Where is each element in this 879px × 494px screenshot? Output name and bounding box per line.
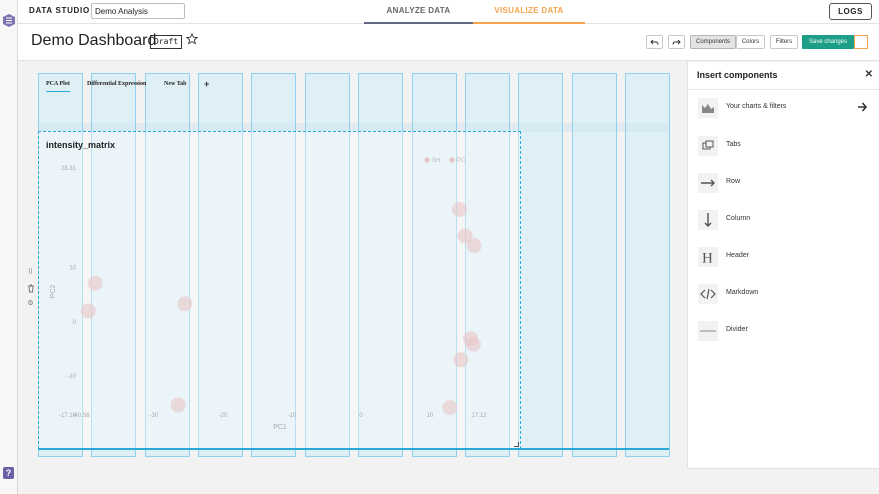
legend-label: SH bbox=[432, 158, 440, 164]
tab-analyze-data[interactable]: ANALYZE DATA bbox=[364, 0, 473, 24]
scatter-point bbox=[453, 352, 469, 368]
gear-icon[interactable]: ⚙ bbox=[26, 299, 35, 308]
x-tick-label: -40.56 bbox=[72, 413, 90, 419]
redo-button[interactable] bbox=[668, 35, 685, 49]
brand-label: DATA STUDIO bbox=[29, 6, 90, 15]
scatter-chart: 28.31100-10-17.16-40.56 -30 -20 -10 0 10 17.12… bbox=[50, 157, 487, 431]
scatter-point bbox=[177, 296, 193, 312]
x-tick-label: -20 bbox=[219, 413, 228, 419]
save-changes-button[interactable]: Save changes bbox=[802, 35, 854, 49]
top-nav: DATA STUDIO ANALYZE DATA VISUALIZE DATA … bbox=[18, 0, 879, 24]
component-column[interactable]: Column bbox=[698, 210, 873, 230]
component-tabs[interactable]: Tabs bbox=[698, 136, 873, 156]
help-icon[interactable]: ? bbox=[3, 467, 14, 479]
x-tick-label: -10 bbox=[288, 413, 297, 419]
x-tick-label: -30 bbox=[150, 413, 159, 419]
status-badge: Draft bbox=[150, 35, 183, 49]
scatter-point bbox=[87, 275, 103, 291]
dashboard-tabs: PCA Plot Differential Expression New Tab… bbox=[38, 74, 669, 96]
row-arrow-icon bbox=[698, 173, 718, 193]
grid-column bbox=[572, 73, 617, 457]
y-axis-label: PC2 bbox=[50, 285, 57, 299]
panel-title: Insert components bbox=[697, 70, 778, 80]
tab-new-tab[interactable]: New Tab bbox=[164, 81, 187, 87]
row-bottom-border bbox=[38, 448, 669, 450]
drag-handle-icon[interactable]: ⠿ bbox=[26, 268, 35, 277]
component-label: Divider bbox=[726, 326, 748, 333]
y-tick-label: -10 bbox=[67, 374, 76, 380]
legend-marker bbox=[424, 157, 430, 163]
component-label: Your charts & filters bbox=[726, 103, 787, 110]
component-divider[interactable]: Divider bbox=[698, 321, 873, 341]
trash-icon[interactable] bbox=[26, 284, 35, 293]
component-label: Row bbox=[726, 178, 741, 185]
grid-column bbox=[625, 73, 670, 457]
page-title: Demo Dashboard bbox=[31, 32, 157, 49]
dashboard-canvas: ⠿ ⚙ PCA Plot Differential Expression New… bbox=[18, 62, 687, 494]
app-logo-icon[interactable] bbox=[3, 14, 15, 27]
filters-button[interactable]: Filters bbox=[770, 35, 798, 49]
redo-icon bbox=[672, 39, 681, 45]
component-label: Header bbox=[726, 252, 749, 259]
dashboard-name-input[interactable] bbox=[91, 3, 185, 19]
star-icon[interactable] bbox=[186, 33, 198, 45]
component-label: Tabs bbox=[726, 141, 741, 148]
grid-column bbox=[518, 73, 563, 457]
legend-marker bbox=[449, 157, 455, 163]
arrow-right-icon[interactable] bbox=[857, 100, 867, 114]
component-header[interactable]: H Header bbox=[698, 247, 873, 267]
divider-line-icon bbox=[698, 321, 718, 341]
scatter-point bbox=[466, 238, 482, 254]
undo-button[interactable] bbox=[646, 35, 663, 49]
x-tick-label: 10 bbox=[427, 413, 434, 419]
scatter-point bbox=[80, 303, 96, 319]
x-tick-label: 0 bbox=[359, 413, 363, 419]
chart-container[interactable]: intensity_matrix 28.31 10 0 -10 -17.16 -40.56… bbox=[38, 131, 521, 449]
components-button[interactable]: Components bbox=[690, 35, 736, 49]
scatter-point bbox=[465, 336, 481, 352]
component-markdown[interactable]: Markdown bbox=[698, 284, 873, 304]
scatter-point bbox=[170, 397, 186, 413]
left-rail: ? bbox=[0, 0, 18, 494]
dashboard-header: Demo Dashboard Draft Components Colors F… bbox=[18, 24, 879, 61]
svg-text:H: H bbox=[702, 251, 713, 267]
divider bbox=[688, 89, 879, 90]
legend-label: PC bbox=[457, 158, 466, 164]
add-tab-button[interactable]: + bbox=[204, 79, 209, 89]
component-label: Column bbox=[726, 215, 751, 222]
resize-handle[interactable] bbox=[514, 442, 519, 447]
close-icon[interactable]: ✕ bbox=[865, 69, 873, 80]
tab-pca-plot[interactable]: PCA Plot bbox=[46, 81, 70, 92]
colors-button[interactable]: Colors bbox=[736, 35, 765, 49]
insert-components-panel: Insert components ✕ Your charts & filter… bbox=[687, 62, 879, 469]
header-h-icon: H bbox=[698, 247, 718, 267]
logs-button[interactable]: LOGS bbox=[829, 3, 872, 20]
chart-icon bbox=[698, 98, 718, 118]
column-arrow-icon bbox=[698, 210, 718, 230]
tabs-icon bbox=[698, 136, 718, 156]
y-tick-label: 28.31 bbox=[61, 166, 77, 172]
tab-differential-expression[interactable]: Differential Expression bbox=[87, 81, 146, 87]
menu-toggle-button[interactable] bbox=[854, 35, 868, 49]
y-tick-label: 0 bbox=[73, 320, 77, 326]
x-axis-label: PC1 bbox=[273, 424, 287, 431]
x-tick-label: 17.12 bbox=[471, 413, 487, 419]
component-charts-filters[interactable]: Your charts & filters bbox=[698, 98, 873, 118]
tab-visualize-data[interactable]: VISUALIZE DATA bbox=[473, 0, 585, 24]
markdown-code-icon bbox=[698, 284, 718, 304]
scatter-point bbox=[452, 201, 468, 217]
component-row[interactable]: Row bbox=[698, 173, 873, 193]
y-tick-label: 10 bbox=[69, 265, 76, 271]
component-label: Markdown bbox=[726, 289, 759, 296]
undo-icon bbox=[650, 39, 659, 45]
scatter-point bbox=[442, 400, 458, 416]
